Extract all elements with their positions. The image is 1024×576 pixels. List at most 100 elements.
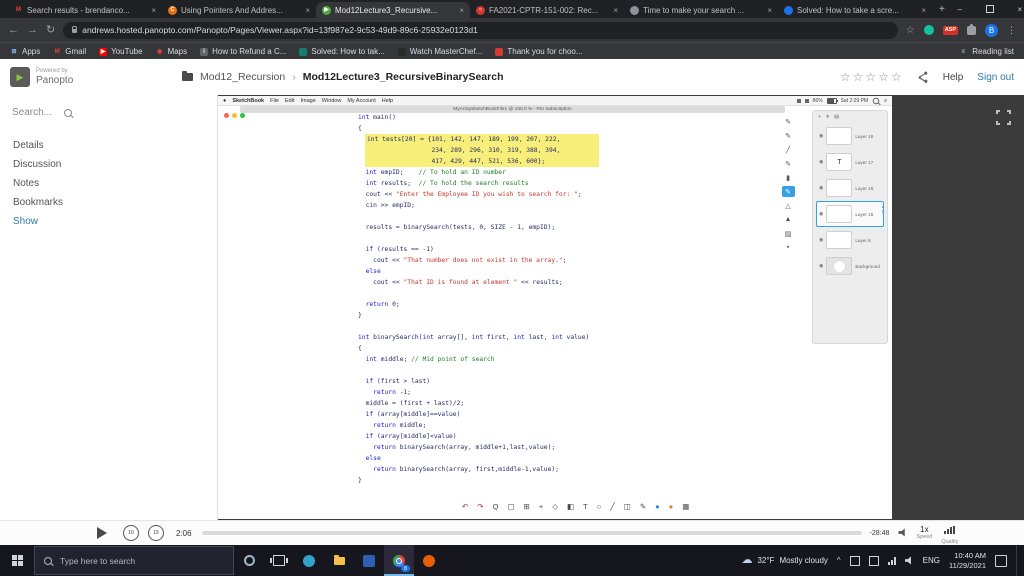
brush-puck-icon[interactable]: ● — [669, 503, 674, 511]
shapes-tool-icon[interactable]: ○ — [597, 503, 602, 511]
mac-menu-item[interactable]: Edit — [285, 98, 294, 104]
sidebar-item-notes[interactable]: Notes — [0, 174, 217, 193]
chrome-icon[interactable]: 8 — [384, 545, 414, 576]
star-icon[interactable]: ☆ — [853, 70, 864, 84]
mac-menu-item[interactable]: File — [270, 98, 279, 104]
layer-row[interactable]: ◉ Layer 15 ▲ ▼ — [816, 201, 885, 227]
back-icon[interactable]: ← — [8, 24, 19, 36]
star-icon[interactable]: ☆ — [865, 70, 876, 84]
selection-tool-icon[interactable]: ▢ — [507, 503, 514, 511]
star-icon[interactable]: ☆ — [878, 70, 889, 84]
marker-tool-icon[interactable]: ▮ — [782, 172, 795, 183]
distort-tool-icon[interactable]: ◇ — [552, 503, 558, 511]
action-center-icon[interactable] — [995, 554, 1007, 567]
browser-tab[interactable]: Time to make your search ... × — [624, 2, 778, 18]
start-button[interactable] — [0, 545, 34, 576]
task-view-icon[interactable] — [264, 545, 294, 576]
spotlight-icon[interactable] — [872, 97, 880, 104]
tray-volume-icon[interactable] — [904, 556, 911, 565]
sidebar-item-bookmarks[interactable]: Bookmarks — [0, 193, 217, 212]
brush-tool-icon[interactable]: ✎ — [782, 158, 795, 169]
star-icon[interactable]: ☆ — [840, 70, 851, 84]
tab-close-icon[interactable]: × — [921, 6, 926, 15]
mac-menu-item[interactable]: Help — [382, 98, 393, 104]
mac-menu-item[interactable]: Image — [300, 98, 315, 104]
rewind-10-button[interactable]: 10 — [123, 525, 139, 541]
sidebar-item-discussion[interactable]: Discussion — [0, 155, 217, 174]
pencil-mark-icon[interactable]: ✎ — [640, 503, 646, 511]
browser-tab[interactable]: ○ FA2021-CPTR-151-002: Rec... × — [470, 2, 624, 18]
layer-row[interactable]: ◉ Layer 16 — [816, 175, 884, 201]
crop-tool-icon[interactable]: ⊞ — [524, 503, 530, 511]
bookmark-item[interactable]: Watch MasterChef... — [397, 47, 482, 56]
tab-close-icon[interactable]: × — [151, 6, 156, 15]
tray-display-icon[interactable] — [868, 555, 879, 566]
shape-tool-icon[interactable]: ▨ — [782, 228, 795, 239]
layer-row[interactable]: ◉ T Layer 17 — [816, 149, 884, 175]
breadcrumb-folder[interactable]: Mod12_Recursion — [200, 71, 285, 83]
tray-app-icon[interactable] — [849, 555, 860, 566]
share-icon[interactable] — [916, 71, 929, 84]
volume-button[interactable] — [898, 524, 907, 542]
quality-control[interactable]: Quality — [941, 521, 958, 545]
layer-row[interactable]: ◉ Background — [816, 253, 884, 279]
canvas-grid-icon[interactable]: ▦ — [682, 503, 689, 511]
sidebar-item-show[interactable]: Show — [0, 212, 217, 231]
bookmark-item[interactable]: i How to Refund a C... — [200, 47, 286, 56]
tab-close-icon[interactable]: × — [459, 6, 464, 15]
taskbar-search[interactable]: Type here to search — [34, 546, 234, 575]
layer-visibility-icon[interactable]: ◉ — [819, 237, 823, 243]
bookmark-item[interactable]: ▶ YouTube — [99, 47, 143, 56]
undo-icon[interactable]: ↶ — [462, 503, 468, 511]
bookmark-star-icon[interactable]: ☆ — [906, 25, 915, 36]
layer-row[interactable]: ◉ Layer 18 — [816, 123, 884, 149]
panopto-logo[interactable]: ▶ Powered by Panopto — [10, 67, 170, 87]
browser-menu-icon[interactable]: ⋮ — [1007, 25, 1016, 36]
address-bar[interactable]: andrews.hosted.panopto.com/Panopto/Pages… — [63, 21, 898, 39]
window-maximize-button[interactable] — [975, 0, 1005, 18]
triangle-ruler-icon[interactable]: △ — [782, 200, 795, 211]
tab-close-icon[interactable]: × — [613, 6, 618, 15]
layer-visibility-icon[interactable]: ◉ — [819, 133, 823, 139]
layer-group-icon[interactable]: ▤ — [834, 114, 839, 120]
browser-tab[interactable]: Solved: How to take a scre... × — [778, 2, 932, 18]
tray-expand-icon[interactable]: ^ — [837, 556, 841, 565]
layer-visibility-icon[interactable]: ◉ — [819, 263, 823, 269]
mac-menu-item[interactable]: My Account — [347, 98, 375, 104]
pencil-tool-icon[interactable]: ✎ — [782, 116, 795, 127]
browser-tab[interactable]: ▶ Mod12Lecture3_Recursive... × — [316, 2, 470, 18]
transform-tool-icon[interactable]: + — [539, 503, 543, 511]
layer-visibility-icon[interactable]: ◉ — [819, 159, 823, 165]
airbrush-tool-icon[interactable]: ✎ — [781, 186, 795, 197]
line-tool-icon[interactable]: ╱ — [782, 144, 795, 155]
apple-menu-icon[interactable]: ● — [223, 98, 226, 104]
ruler-tool-icon[interactable]: ╱ — [610, 503, 615, 511]
mac-app-name[interactable]: SketchBook — [232, 98, 264, 104]
star-icon[interactable]: ☆ — [891, 70, 902, 84]
layer-down-icon[interactable]: ▼ — [881, 209, 885, 214]
bookmark-item[interactable]: Solved: How to tak... — [299, 47, 385, 56]
swatch-tool-icon[interactable]: ▪ — [782, 242, 795, 253]
edge-icon[interactable] — [294, 545, 324, 576]
firefox-icon[interactable] — [414, 545, 444, 576]
add-layer-icon[interactable]: + — [818, 114, 821, 120]
bookmark-item[interactable]: ◉ Maps — [156, 47, 187, 56]
taskbar-weather[interactable]: ☁ 32°F Mostly cloudy — [741, 555, 827, 566]
profile-avatar[interactable]: B — [985, 23, 998, 37]
bookmark-item[interactable]: ⊞ Apps — [10, 47, 40, 56]
triangle-tool-icon[interactable]: ▲ — [782, 214, 795, 225]
bookmark-item[interactable]: Thank you for choo... — [495, 47, 583, 56]
sidebar-item-details[interactable]: Details — [0, 136, 217, 155]
layer-visibility-icon[interactable]: ◉ — [819, 211, 823, 217]
network-icon[interactable] — [887, 556, 896, 565]
layer-menu-icon[interactable]: ▾ — [826, 114, 829, 120]
grammarly-extension-icon[interactable] — [923, 25, 934, 35]
text-tool-icon[interactable]: T — [583, 503, 588, 511]
reading-list-button[interactable]: ≡ Reading list — [959, 47, 1014, 56]
rating-stars[interactable]: ☆ ☆ ☆ ☆ ☆ — [840, 70, 902, 84]
tab-close-icon[interactable]: × — [305, 6, 310, 15]
fullscreen-icon[interactable] — [995, 109, 1012, 126]
layer-visibility-icon[interactable]: ◉ — [819, 185, 823, 191]
sign-out-link[interactable]: Sign out — [977, 72, 1014, 83]
control-center-icon[interactable]: ≡ — [884, 98, 887, 104]
